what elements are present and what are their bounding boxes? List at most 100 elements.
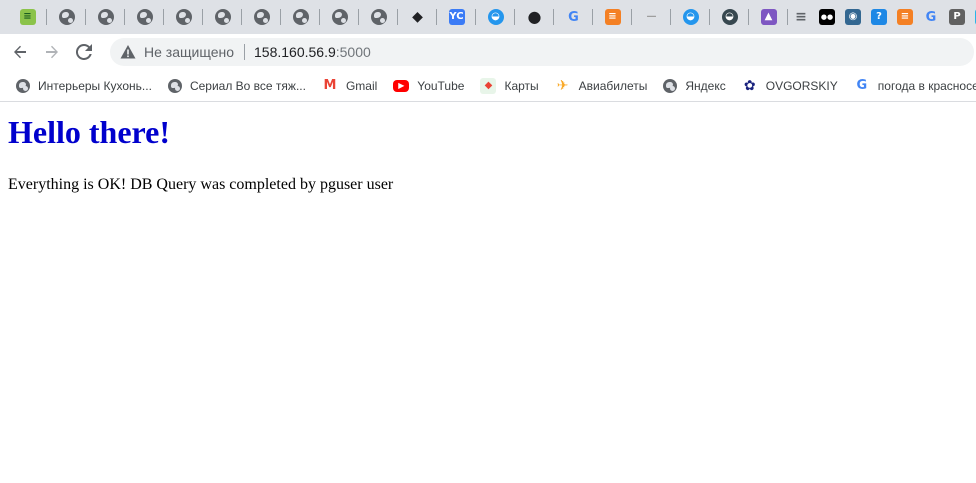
- google-g-icon: G: [856, 78, 868, 93]
- google-g-icon: G: [925, 9, 937, 25]
- bookmark-item[interactable]: M Gmail: [314, 72, 385, 100]
- warning-icon[interactable]: [120, 44, 136, 60]
- bookmarks-bar: Интерьеры Кухонь... Сериал Во все тяж... M…: [0, 70, 976, 102]
- globe-icon: [136, 9, 153, 25]
- browser-tab[interactable]: ◉: [840, 0, 866, 34]
- browser-tab[interactable]: ≡: [593, 0, 632, 34]
- browser-tab[interactable]: ✱: [970, 0, 976, 34]
- globe-icon: [214, 9, 231, 25]
- browser-tab[interactable]: G: [554, 0, 593, 34]
- rocket-icon: ▲: [760, 9, 777, 25]
- medium-icon: ●●: [819, 9, 835, 25]
- browser-tab[interactable]: [164, 0, 203, 34]
- back-button[interactable]: [4, 36, 36, 68]
- browser-tab[interactable]: [203, 0, 242, 34]
- browser-tab[interactable]: ◒: [671, 0, 710, 34]
- bookmark-label: YouTube: [417, 78, 465, 93]
- p-icon: P: [949, 9, 965, 25]
- browser-tab[interactable]: ▲: [749, 0, 788, 34]
- status-message: Everything is OK! DB Query was completed…: [8, 176, 394, 194]
- gmail-icon: M: [323, 78, 337, 93]
- address-bar[interactable]: Не защищено 158.160.56.9:5000: [110, 38, 974, 66]
- maps-icon: ◆: [480, 77, 497, 94]
- globe-icon: [253, 9, 270, 25]
- browser-tab[interactable]: [242, 0, 281, 34]
- bookmark-item[interactable]: ◆ Карты: [472, 72, 546, 100]
- globe-icon: [16, 78, 30, 93]
- browser-tab[interactable]: ◒: [710, 0, 749, 34]
- yc-icon: YC: [448, 9, 465, 25]
- bookmark-item[interactable]: Gпогода в красносе...: [846, 72, 976, 100]
- globe-icon: [292, 9, 309, 25]
- back-arrow-icon: [14, 45, 26, 59]
- green-f-logo-icon: ≡: [19, 9, 36, 25]
- tab-strip: ≡◆YC◒●G≡—◒◒▲≡●●◉?≡GP✱✚MH×: [0, 0, 976, 34]
- browser-toolbar: Не защищено 158.160.56.9:5000: [0, 34, 976, 70]
- dark-whale-icon: ◒: [721, 9, 738, 25]
- blue-whale-icon: ◒: [682, 9, 699, 25]
- stackoverflow-icon: ≡: [604, 9, 621, 25]
- bookmark-item[interactable]: Интерьеры Кухонь...: [8, 72, 160, 100]
- bookmark-label: Авиабилеты: [578, 78, 648, 93]
- stack-layers-icon: ◆: [412, 9, 423, 25]
- forward-arrow-icon: [46, 45, 58, 59]
- globe-icon: [167, 78, 182, 93]
- forward-button[interactable]: [36, 36, 68, 68]
- blue-whale-icon: ◒: [487, 9, 504, 25]
- bookmark-item[interactable]: Сериал Во все тяж...: [160, 72, 314, 100]
- browser-tab[interactable]: ≡: [788, 0, 814, 34]
- bookmark-item[interactable]: ▶ YouTube: [385, 72, 472, 100]
- browser-tab[interactable]: ●●: [814, 0, 840, 34]
- security-label[interactable]: Не защищено: [144, 44, 234, 60]
- browser-tab[interactable]: ≡: [892, 0, 918, 34]
- bookmark-item[interactable]: Яндекс: [655, 72, 733, 100]
- globe-icon: [663, 78, 678, 93]
- browser-tab[interactable]: [47, 0, 86, 34]
- bookmark-item[interactable]: ✈ Авиабилеты: [547, 72, 656, 100]
- browser-tab[interactable]: [86, 0, 125, 34]
- page-heading: Hello there!: [8, 114, 171, 150]
- bookmark-label: Gmail: [345, 78, 378, 93]
- github-icon: ●: [527, 7, 542, 26]
- browser-tab[interactable]: [281, 0, 320, 34]
- browser-tab[interactable]: YC: [437, 0, 476, 34]
- globe-icon: [175, 9, 192, 25]
- stackoverflow-icon: ≡: [897, 9, 913, 25]
- browser-tab[interactable]: [320, 0, 359, 34]
- browser-tab[interactable]: ●: [515, 0, 554, 34]
- ovgorskiy-logo-icon: ✿: [743, 77, 756, 94]
- reload-icon: [76, 44, 92, 60]
- stackexchange-icon: ≡: [795, 9, 807, 25]
- bookmark-item[interactable]: ✿ OVGORSKIY: [734, 72, 846, 100]
- bookmark-label: Яндекс: [685, 78, 726, 93]
- page-content: Hello there! Everything is OK! DB Query …: [0, 102, 976, 202]
- globe-icon: [370, 9, 387, 25]
- address-separator: [244, 44, 245, 60]
- browser-tab[interactable]: —: [632, 0, 671, 34]
- browser-tab[interactable]: ◆: [398, 0, 437, 34]
- google-g-icon: G: [568, 9, 579, 25]
- question-icon: ?: [871, 9, 887, 25]
- browser-tab[interactable]: G: [918, 0, 944, 34]
- bookmark-label: Сериал Во все тяж...: [189, 78, 306, 93]
- globe-icon: [97, 9, 114, 25]
- bookmark-label: Интерьеры Кухонь...: [38, 78, 152, 93]
- bookmark-label: Карты: [504, 78, 539, 93]
- browser-tab[interactable]: ?: [866, 0, 892, 34]
- browser-tab[interactable]: P: [944, 0, 970, 34]
- url-port[interactable]: :5000: [336, 44, 371, 60]
- browser-tab[interactable]: ≡: [8, 0, 47, 34]
- postgres-elephant-icon: ◉: [845, 9, 861, 25]
- browser-tab[interactable]: [125, 0, 164, 34]
- browser-tab[interactable]: [359, 0, 398, 34]
- dash-icon: —: [646, 11, 657, 22]
- reload-button[interactable]: [68, 36, 100, 68]
- globe-icon: [58, 9, 75, 25]
- globe-icon: [331, 9, 348, 25]
- plane-icon: ✈: [556, 77, 569, 94]
- url-host[interactable]: 158.160.56.9: [254, 44, 336, 60]
- youtube-icon: ▶: [393, 79, 410, 92]
- browser-chrome: ≡◆YC◒●G≡—◒◒▲≡●●◉?≡GP✱✚MH× Не защищено: [0, 0, 976, 102]
- browser-tab[interactable]: ◒: [476, 0, 515, 34]
- bookmark-label: OVGORSKIY: [765, 78, 838, 93]
